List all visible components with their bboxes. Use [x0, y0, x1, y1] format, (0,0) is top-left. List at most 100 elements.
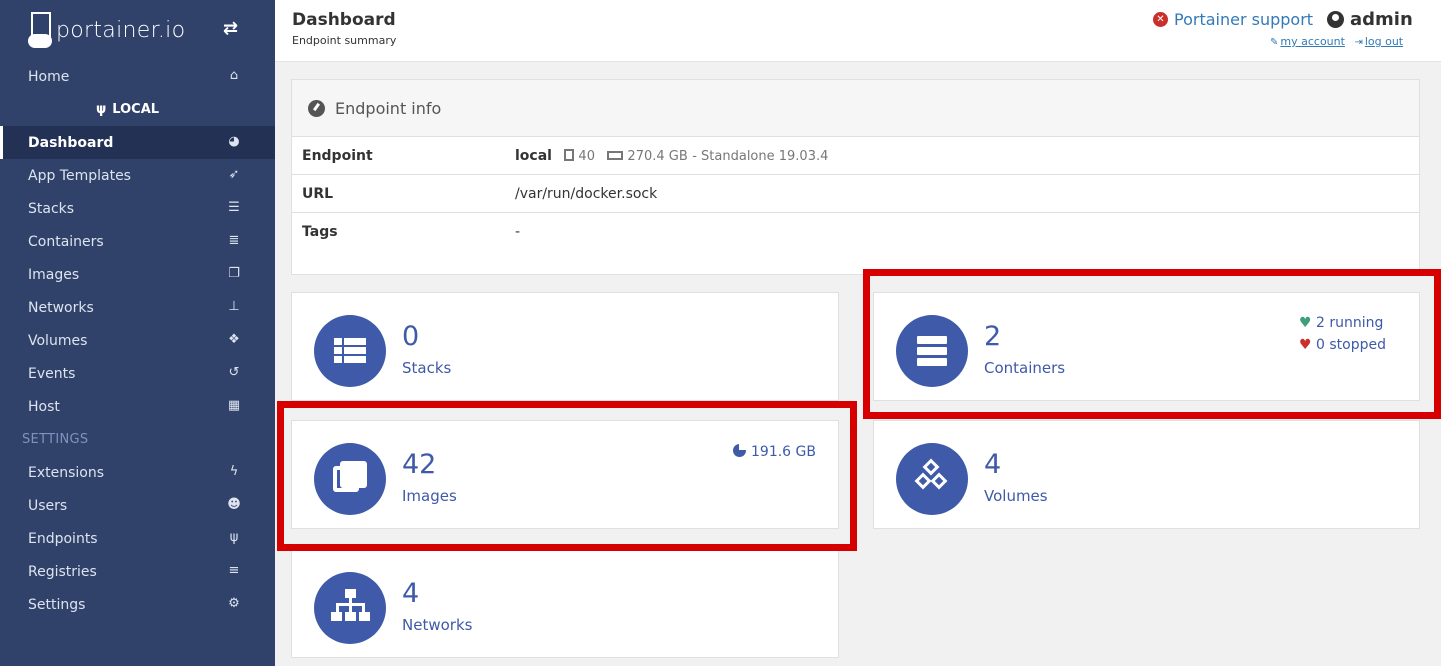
- sidebar-item-registries[interactable]: Registries ≡: [0, 555, 275, 588]
- containers-tile[interactable]: 2 Containers ♥ 2 running ♥ 0 stopped: [873, 292, 1420, 401]
- tile-count: 4: [402, 578, 420, 609]
- endpoint-type: - Standalone 19.03.4: [692, 148, 829, 164]
- plug-icon: ψ: [229, 530, 239, 545]
- endpoint-name: local: [515, 147, 552, 164]
- endpoint-label: LOCAL: [112, 102, 160, 117]
- sidebar-nav: Home ⌂ ψ LOCAL Dashboard ◕ App Templates…: [0, 60, 275, 621]
- history-icon: ↺: [228, 365, 240, 380]
- sidebar-item-label: Users: [28, 497, 68, 514]
- wrench-icon: ✎: [1270, 37, 1279, 48]
- sidebar-item-label: Home: [28, 68, 70, 85]
- my-account-link[interactable]: my account: [1280, 35, 1345, 48]
- sidebar-item-label: Dashboard: [28, 134, 114, 151]
- running-status: ♥ 2 running: [1299, 315, 1383, 331]
- clone-icon: ❐: [228, 266, 240, 281]
- account-links: ✎ my account ⇥ log out: [1270, 35, 1403, 48]
- stacks-tile[interactable]: 0 Stacks: [291, 292, 839, 401]
- memory-icon: [607, 150, 624, 160]
- brand[interactable]: portainer.io ⇄: [0, 0, 275, 60]
- sitemap-icon: [314, 572, 386, 644]
- cubes-icon: [896, 443, 968, 515]
- sidebar-endpoint-name: ψ LOCAL: [0, 93, 275, 126]
- info-key: Endpoint: [302, 147, 373, 164]
- home-icon: ⌂: [229, 68, 239, 83]
- sidebar: portainer.io ⇄ Home ⌂ ψ LOCAL Dashboard …: [0, 0, 275, 666]
- page-subtitle: Endpoint summary: [292, 34, 397, 47]
- pie-chart-icon: [733, 444, 746, 457]
- images-tile[interactable]: 42 Images 191.6 GB: [291, 420, 839, 529]
- sidebar-item-label: Registries: [28, 563, 97, 580]
- sidebar-item-stacks[interactable]: Stacks ☰: [0, 192, 275, 225]
- info-key: Tags: [302, 224, 338, 240]
- sidebar-item-events[interactable]: Events ↺: [0, 357, 275, 390]
- heartbeat-icon: ♥: [1299, 337, 1312, 353]
- sidebar-item-label: Extensions: [28, 464, 105, 481]
- database-icon: ≡: [228, 563, 240, 578]
- networks-tile[interactable]: 4 Networks: [291, 549, 839, 658]
- sidebar-item-containers[interactable]: Containers ≣: [0, 225, 275, 258]
- sign-out-icon: ⇥: [1354, 37, 1363, 48]
- sidebar-item-images[interactable]: Images ❐: [0, 258, 275, 291]
- sidebar-item-label: Endpoints: [28, 530, 98, 547]
- sidebar-item-label: Settings: [28, 596, 86, 613]
- sidebar-item-label: Images: [28, 266, 80, 283]
- clone-icon: [314, 443, 386, 515]
- panel-heading: Endpoint info: [292, 80, 1419, 137]
- sitemap-icon: ⊥: [228, 299, 240, 314]
- tile-label: Containers: [984, 359, 1066, 377]
- sidebar-item-label: Containers: [28, 233, 104, 250]
- cpu-icon: [564, 148, 575, 161]
- cpu-count: 40: [578, 148, 595, 164]
- sidebar-item-settings[interactable]: Settings ⚙: [0, 588, 275, 621]
- sidebar-item-home[interactable]: Home ⌂: [0, 60, 275, 93]
- gauge-icon: ◕: [228, 134, 240, 149]
- sidebar-item-label: Volumes: [28, 332, 88, 349]
- tile-label: Stacks: [402, 359, 452, 377]
- info-value: -: [515, 224, 521, 240]
- sidebar-item-label: Host: [28, 398, 60, 415]
- list-icon: [314, 315, 386, 387]
- grid-icon: ▦: [227, 398, 241, 413]
- list-icon: ☰: [228, 200, 240, 215]
- server-icon: [896, 315, 968, 387]
- tile-count: 42: [402, 449, 437, 480]
- running-count: 2 running: [1316, 315, 1384, 331]
- close-circle-icon: ✕: [1153, 12, 1168, 27]
- sidebar-item-networks[interactable]: Networks ⊥: [0, 291, 275, 324]
- bolt-icon: ϟ: [229, 464, 239, 479]
- volumes-tile[interactable]: 4 Volumes: [873, 420, 1420, 529]
- sidebar-item-volumes[interactable]: Volumes ❖: [0, 324, 275, 357]
- sidebar-item-label: Stacks: [28, 200, 75, 217]
- info-value: local 40 270.4 GB - Standalone 19.03.4: [515, 148, 1419, 164]
- stopped-status: ♥ 0 stopped: [1299, 337, 1386, 353]
- tile-label: Images: [402, 487, 457, 505]
- support-link[interactable]: ✕ Portainer support: [1153, 10, 1313, 29]
- sidebar-item-host[interactable]: Host ▦: [0, 390, 275, 423]
- portainer-logo-icon: [28, 10, 52, 50]
- page-header: Dashboard Endpoint summary ✕ Portainer s…: [275, 0, 1441, 62]
- tile-label: Networks: [402, 616, 473, 634]
- sidebar-item-label: App Templates: [28, 167, 131, 184]
- server-icon: ≣: [228, 233, 240, 248]
- user-circle-icon: [1327, 11, 1344, 28]
- sidebar-toggle-icon[interactable]: ⇄: [223, 18, 238, 39]
- log-out-link[interactable]: log out: [1365, 35, 1403, 48]
- brand-name: portainer.io: [56, 17, 186, 43]
- gauge-icon: [308, 99, 325, 117]
- sidebar-item-dashboard[interactable]: Dashboard ◕: [0, 126, 275, 159]
- images-size: 191.6 GB: [733, 444, 816, 460]
- stopped-count: 0 stopped: [1316, 337, 1386, 353]
- sidebar-section-settings: SETTINGS: [22, 432, 89, 447]
- sidebar-item-users[interactable]: Users ☻: [0, 489, 275, 522]
- info-row-url: URL /var/run/docker.sock: [292, 175, 1419, 213]
- cogs-icon: ⚙: [228, 596, 240, 611]
- info-value: /var/run/docker.sock: [515, 185, 658, 202]
- sidebar-item-app-templates[interactable]: App Templates ➶: [0, 159, 275, 192]
- sidebar-item-label: Networks: [28, 299, 94, 316]
- sidebar-item-extensions[interactable]: Extensions ϟ: [0, 456, 275, 489]
- cubes-icon: ❖: [228, 332, 240, 347]
- sidebar-item-endpoints[interactable]: Endpoints ψ: [0, 522, 275, 555]
- endpoint-info-panel: Endpoint info Endpoint local 40 270.4 GB…: [291, 79, 1420, 275]
- plug-icon: ψ: [95, 102, 107, 117]
- info-row-tags: Tags -: [292, 213, 1419, 251]
